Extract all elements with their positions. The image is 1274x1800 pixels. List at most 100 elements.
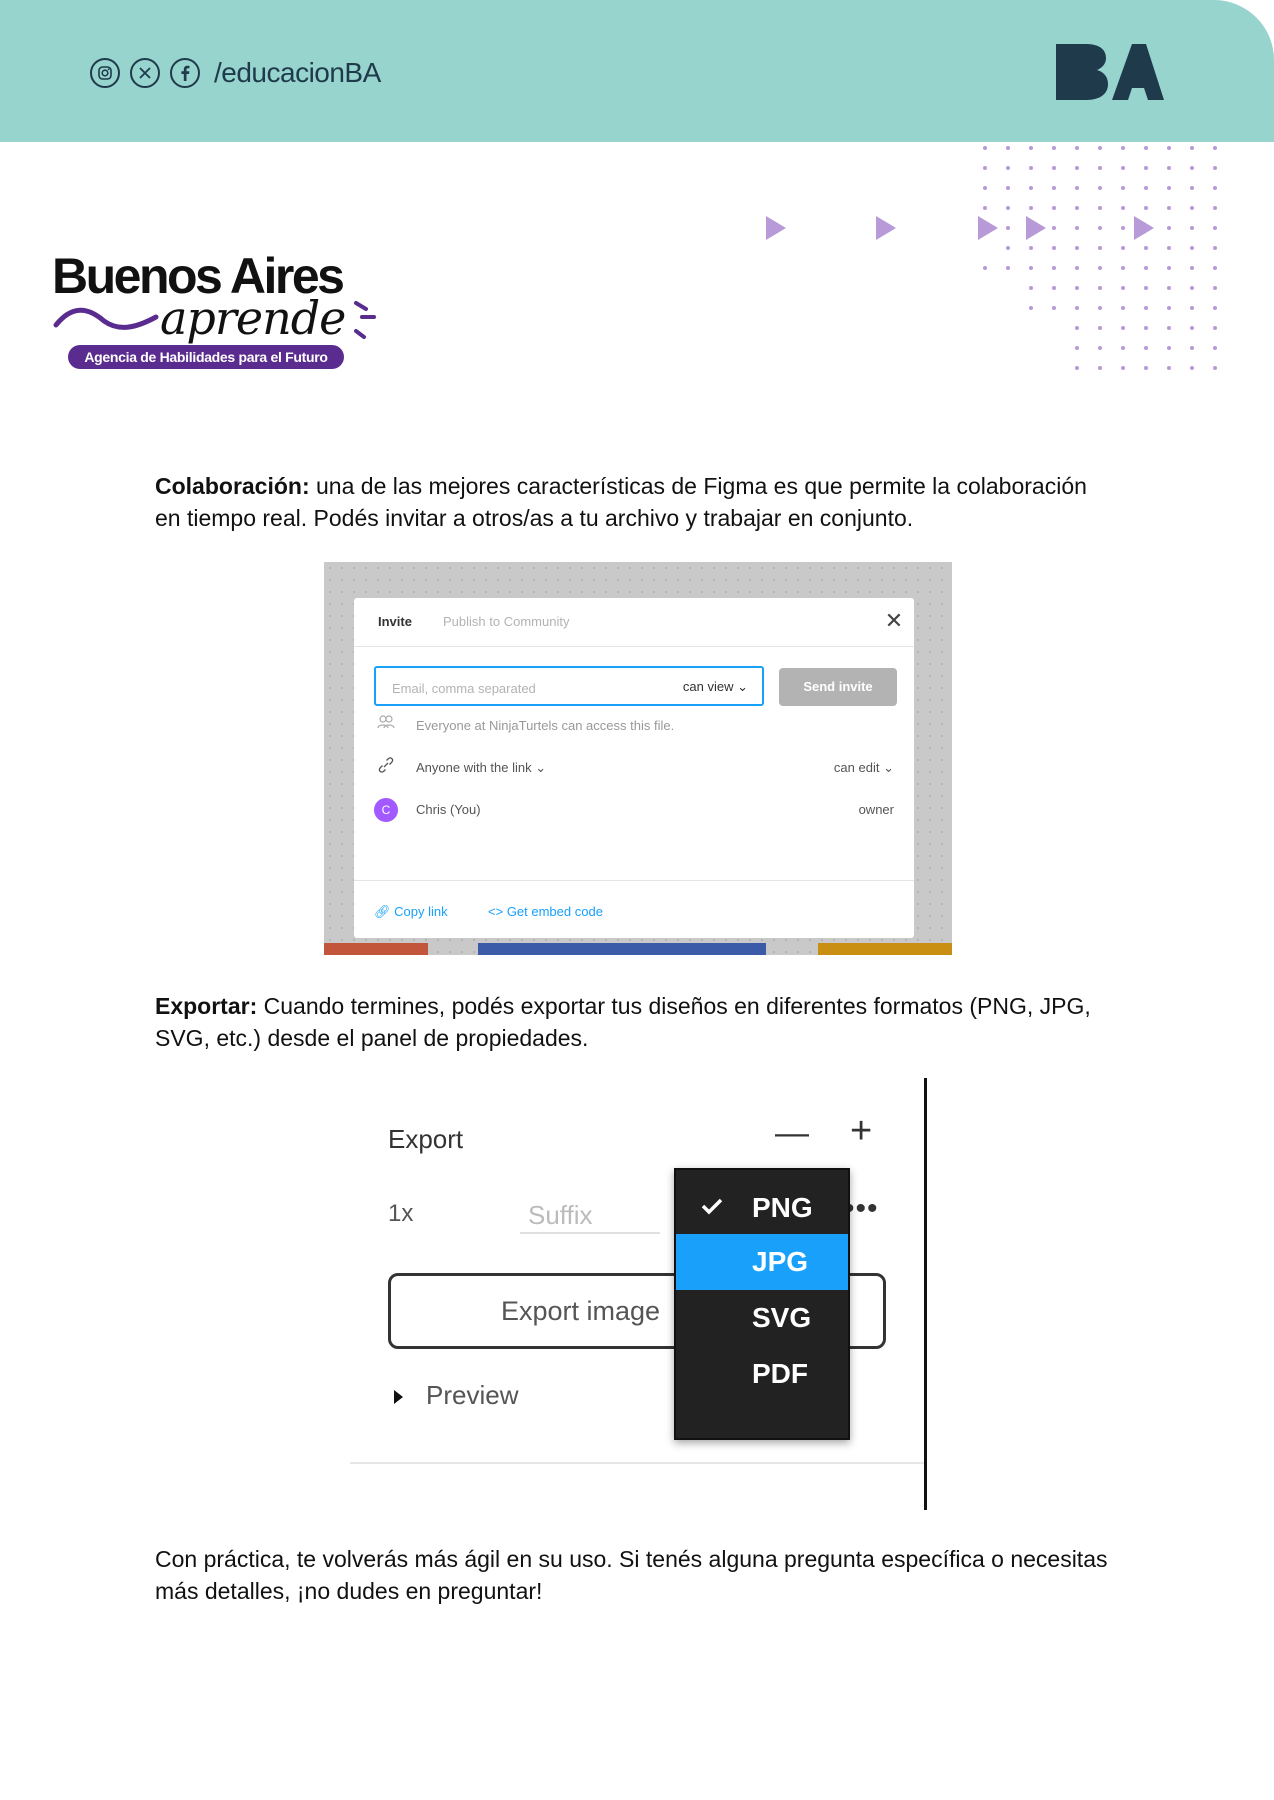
link-icon: 🔗︎ [374, 904, 391, 919]
decor-dot [1190, 346, 1194, 350]
decor-dot [1098, 346, 1102, 350]
export-paragraph: Exportar: Cuando termines, podés exporta… [155, 990, 1115, 1054]
spark-decoration [354, 301, 376, 339]
decor-dot [1190, 286, 1194, 290]
decor-dot [1121, 326, 1125, 330]
social-links: /educacionBA [90, 55, 381, 91]
format-menu: PNG JPG SVG PDF [674, 1168, 850, 1440]
plus-icon[interactable]: + [850, 1110, 872, 1153]
team-icon [374, 714, 398, 738]
email-input[interactable] [390, 676, 614, 700]
suffix-input[interactable]: Suffix [520, 1192, 660, 1234]
canvas-colorbar [818, 943, 952, 955]
x-icon[interactable] [130, 58, 160, 88]
menu-item-svg[interactable]: SVG [676, 1290, 848, 1346]
decor-dot [1213, 306, 1217, 310]
decor-dot [1006, 166, 1010, 170]
decor-dot [1190, 146, 1194, 150]
decor-dot [1052, 206, 1056, 210]
menu-item-label: JPG [752, 1246, 809, 1277]
decor-dot [1213, 166, 1217, 170]
panel-border [924, 1078, 927, 1510]
decor-dot [1029, 166, 1033, 170]
decor-dot [1121, 206, 1125, 210]
decor-dot [1098, 306, 1102, 310]
decor-dot [1098, 246, 1102, 250]
caret-right-icon[interactable] [394, 1390, 403, 1404]
decor-dot [1213, 226, 1217, 230]
embed-code-button[interactable]: <> Get embed code [488, 904, 603, 919]
decor-dot [1213, 206, 1217, 210]
menu-item-label: PDF [752, 1358, 808, 1389]
export-image-label: Export image [501, 1296, 661, 1326]
decor-dot [1098, 146, 1102, 150]
decor-dot [1029, 286, 1033, 290]
link-permission-dropdown[interactable]: can edit ⌄ [834, 760, 894, 776]
decor-dot [1052, 266, 1056, 270]
chevron-down-icon: ⌄ [535, 760, 547, 775]
decor-dot [1167, 146, 1171, 150]
decor-dot [1098, 286, 1102, 290]
facebook-icon[interactable] [170, 58, 200, 88]
decor-dot [1029, 266, 1033, 270]
send-invite-button[interactable]: Send invite [779, 668, 897, 706]
decor-dot [1121, 266, 1125, 270]
menu-item-png[interactable]: PNG [676, 1180, 848, 1236]
chevron-down-icon: ⌄ [737, 679, 748, 694]
export-title: Export [388, 1124, 464, 1154]
copy-link-button[interactable]: 🔗︎ Copy link [374, 904, 448, 920]
decor-dot [1098, 166, 1102, 170]
decor-dot [1213, 246, 1217, 250]
team-access-text: Everyone at NinjaTurtels can access this… [416, 718, 675, 733]
tab-invite[interactable]: Invite [378, 614, 412, 629]
decor-dot [1098, 266, 1102, 270]
decor-dot [983, 146, 987, 150]
decor-dot [1213, 286, 1217, 290]
decor-dot [983, 206, 987, 210]
permission-label: can view [682, 679, 734, 694]
decor-dot [1075, 146, 1079, 150]
export-screenshot: Export — + 1x Suffix ••• Export image Pr… [350, 1078, 930, 1510]
menu-item-label: SVG [752, 1302, 812, 1333]
canvas-colorbar [478, 943, 766, 955]
decor-dot [1121, 166, 1125, 170]
menu-item-pdf[interactable]: PDF [676, 1346, 848, 1402]
minus-icon[interactable]: — [775, 1114, 809, 1153]
decor-dot [1006, 266, 1010, 270]
decor-dot [1075, 366, 1079, 370]
decor-dot [1167, 286, 1171, 290]
decor-dot [1098, 366, 1102, 370]
dialog-tabs: Invite Publish to Community ✕ [354, 598, 914, 647]
link-access-dropdown[interactable]: Anyone with the link ⌄ [416, 760, 546, 776]
decor-dot [1190, 186, 1194, 190]
decor-dot [1075, 266, 1079, 270]
scale-select[interactable]: 1x [388, 1200, 413, 1228]
decor-dot [1006, 186, 1010, 190]
decor-dot [1098, 206, 1102, 210]
invite-screenshot: Invite Publish to Community ✕ can view ⌄… [324, 562, 952, 955]
close-icon[interactable]: ✕ [882, 610, 906, 634]
collab-paragraph: Colaboración: una de las mejores caracte… [155, 470, 1115, 534]
permission-dropdown[interactable]: can view ⌄ [683, 679, 748, 695]
decor-dot [1121, 186, 1125, 190]
decor-dot [1167, 346, 1171, 350]
decor-dot [1190, 166, 1194, 170]
decor-dot [1213, 366, 1217, 370]
email-field[interactable]: can view ⌄ [374, 666, 764, 706]
tab-publish[interactable]: Publish to Community [443, 614, 569, 629]
preview-toggle[interactable]: Preview [426, 1380, 518, 1411]
panel-divider [350, 1462, 924, 1464]
footer-divider [354, 880, 914, 881]
link-permission-label: can edit [833, 760, 880, 775]
embed-code-label: Get embed code [506, 904, 603, 919]
decor-dot [1029, 306, 1033, 310]
instagram-icon[interactable] [90, 58, 120, 88]
decor-dot [1121, 366, 1125, 370]
decor-dot [983, 166, 987, 170]
decor-dot [1052, 306, 1056, 310]
decor-dot [1213, 346, 1217, 350]
dot-pattern [983, 146, 1217, 370]
menu-item-jpg[interactable]: JPG [676, 1234, 848, 1290]
decor-dot [1075, 306, 1079, 310]
decor-dot [1167, 186, 1171, 190]
